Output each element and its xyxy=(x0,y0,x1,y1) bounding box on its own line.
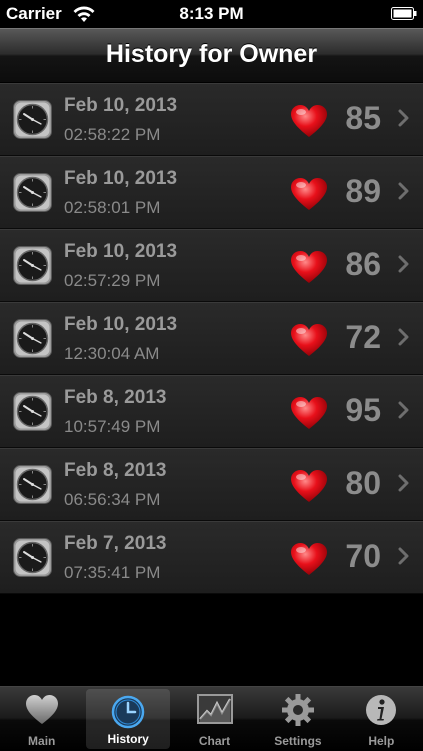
clock-icon xyxy=(13,392,52,431)
tab-label: Chart xyxy=(198,734,231,748)
history-row[interactable]: Feb 10, 2013 02:57:29 PM 86 xyxy=(0,229,423,302)
history-date: Feb 10, 2013 xyxy=(64,241,178,262)
clock-icon xyxy=(13,538,52,577)
history-date: Feb 7, 2013 xyxy=(64,533,167,554)
history-row[interactable]: Feb 7, 2013 07:35:41 PM 70 xyxy=(0,521,423,594)
history-time: 02:58:01 PM xyxy=(64,198,161,217)
info-icon xyxy=(366,695,397,725)
clock-icon xyxy=(13,465,52,504)
history-time: 06:56:34 PM xyxy=(64,490,161,509)
history-date: Feb 8, 2013 xyxy=(64,460,167,481)
tab-label: Settings xyxy=(274,734,322,748)
history-bpm: 89 xyxy=(345,173,381,209)
clock-icon xyxy=(13,319,52,358)
gear-icon xyxy=(281,694,314,726)
battery-icon xyxy=(391,7,417,20)
heart-icon xyxy=(291,543,327,575)
history-time: 12:30:04 AM xyxy=(64,344,160,363)
chevron-right-icon xyxy=(398,474,409,492)
page-title: History for Owner xyxy=(105,40,318,68)
history-bpm: 86 xyxy=(345,246,381,282)
tab-label: History xyxy=(107,732,149,746)
history-row[interactable]: Feb 10, 2013 12:30:04 AM 72 xyxy=(0,302,423,375)
chevron-right-icon xyxy=(398,109,409,127)
history-date: Feb 8, 2013 xyxy=(64,387,167,408)
status-bar: Carrier 8:13 PM xyxy=(0,0,423,28)
navigation-bar: History for Owner xyxy=(0,28,423,83)
heart-icon xyxy=(291,470,327,502)
tab-settings[interactable]: Settings xyxy=(256,687,339,751)
heart-icon xyxy=(291,251,327,283)
chevron-right-icon xyxy=(398,255,409,273)
history-bpm: 72 xyxy=(345,319,381,355)
clock-icon xyxy=(13,173,52,212)
heart-icon xyxy=(25,695,58,724)
history-bpm: 95 xyxy=(345,392,381,428)
history-row[interactable]: Feb 10, 2013 02:58:22 PM 85 xyxy=(0,83,423,156)
chevron-right-icon xyxy=(398,547,409,565)
history-time: 02:57:29 PM xyxy=(64,271,161,290)
heart-icon xyxy=(291,397,327,429)
chevron-right-icon xyxy=(398,182,409,200)
chevron-right-icon xyxy=(398,401,409,419)
heart-icon xyxy=(291,105,327,137)
tab-main[interactable]: Main xyxy=(0,687,83,751)
heart-icon xyxy=(291,324,327,356)
history-row[interactable]: Feb 8, 2013 10:57:49 PM 95 xyxy=(0,375,423,448)
history-row[interactable]: Feb 8, 2013 06:56:34 PM 80 xyxy=(0,448,423,521)
clock-icon xyxy=(13,100,52,139)
history-bpm: 85 xyxy=(345,100,381,136)
history-time: 10:57:49 PM xyxy=(64,417,161,436)
history-date: Feb 10, 2013 xyxy=(64,314,178,335)
tab-label: Main xyxy=(28,734,56,748)
history-time: 07:35:41 PM xyxy=(64,563,161,582)
history-row[interactable]: Feb 10, 2013 02:58:01 PM 89 xyxy=(0,156,423,229)
history-bpm: 80 xyxy=(345,465,381,501)
history-bpm: 70 xyxy=(345,538,381,574)
history-time: 02:58:22 PM xyxy=(64,125,161,144)
tab-chart[interactable]: Chart xyxy=(173,687,256,751)
clock-time: 8:13 PM xyxy=(179,4,244,23)
history-date: Feb 10, 2013 xyxy=(64,168,178,189)
tab-help[interactable]: Help xyxy=(340,687,423,751)
clock-icon xyxy=(13,246,52,285)
chevron-right-icon xyxy=(398,328,409,346)
tab-label: Help xyxy=(368,734,395,748)
history-date: Feb 10, 2013 xyxy=(64,95,178,116)
heart-icon xyxy=(291,178,327,210)
tab-bar: Main History Chart Settings Help xyxy=(0,686,423,751)
history-list: Feb 10, 2013 02:58:22 PM 85 Feb 10, 2013… xyxy=(0,83,423,594)
clock-icon xyxy=(111,695,145,729)
tab-history[interactable]: History xyxy=(86,689,170,749)
chart-icon xyxy=(196,694,233,724)
